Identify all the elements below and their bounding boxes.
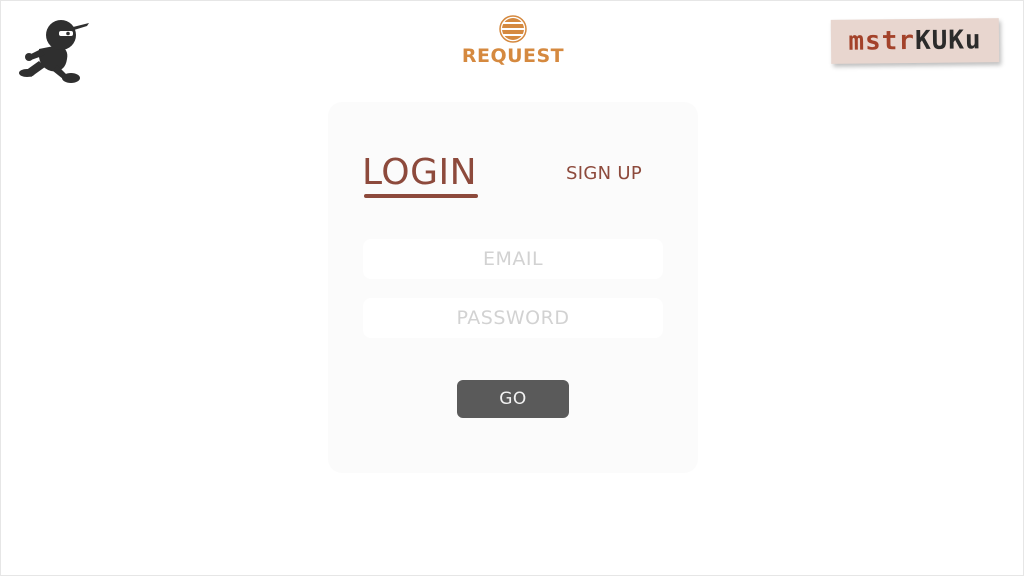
go-button[interactable]: GO: [457, 380, 569, 418]
badge-text-part2: KUKu: [914, 25, 982, 56]
tab-login[interactable]: LOGIN: [362, 152, 477, 194]
tab-signup[interactable]: SIGN UP: [566, 163, 642, 185]
running-ninja-icon: [19, 20, 89, 83]
login-card: LOGIN SIGN UP GO: [328, 102, 698, 473]
user-badge: mstrKUKu: [830, 18, 1000, 64]
password-field[interactable]: [363, 298, 663, 338]
active-tab-indicator: [364, 194, 478, 198]
striped-globe-icon: [499, 15, 527, 43]
brand-logo: REQUEST: [453, 15, 573, 71]
brand-name: REQUEST: [461, 45, 565, 67]
badge-text: mstrKUKu: [848, 25, 982, 56]
badge-text-part1: mstr: [848, 26, 916, 57]
email-field[interactable]: [363, 239, 663, 279]
app-frame: REQUEST mstrKUKu LOGIN SIGN UP GO: [0, 0, 1024, 576]
